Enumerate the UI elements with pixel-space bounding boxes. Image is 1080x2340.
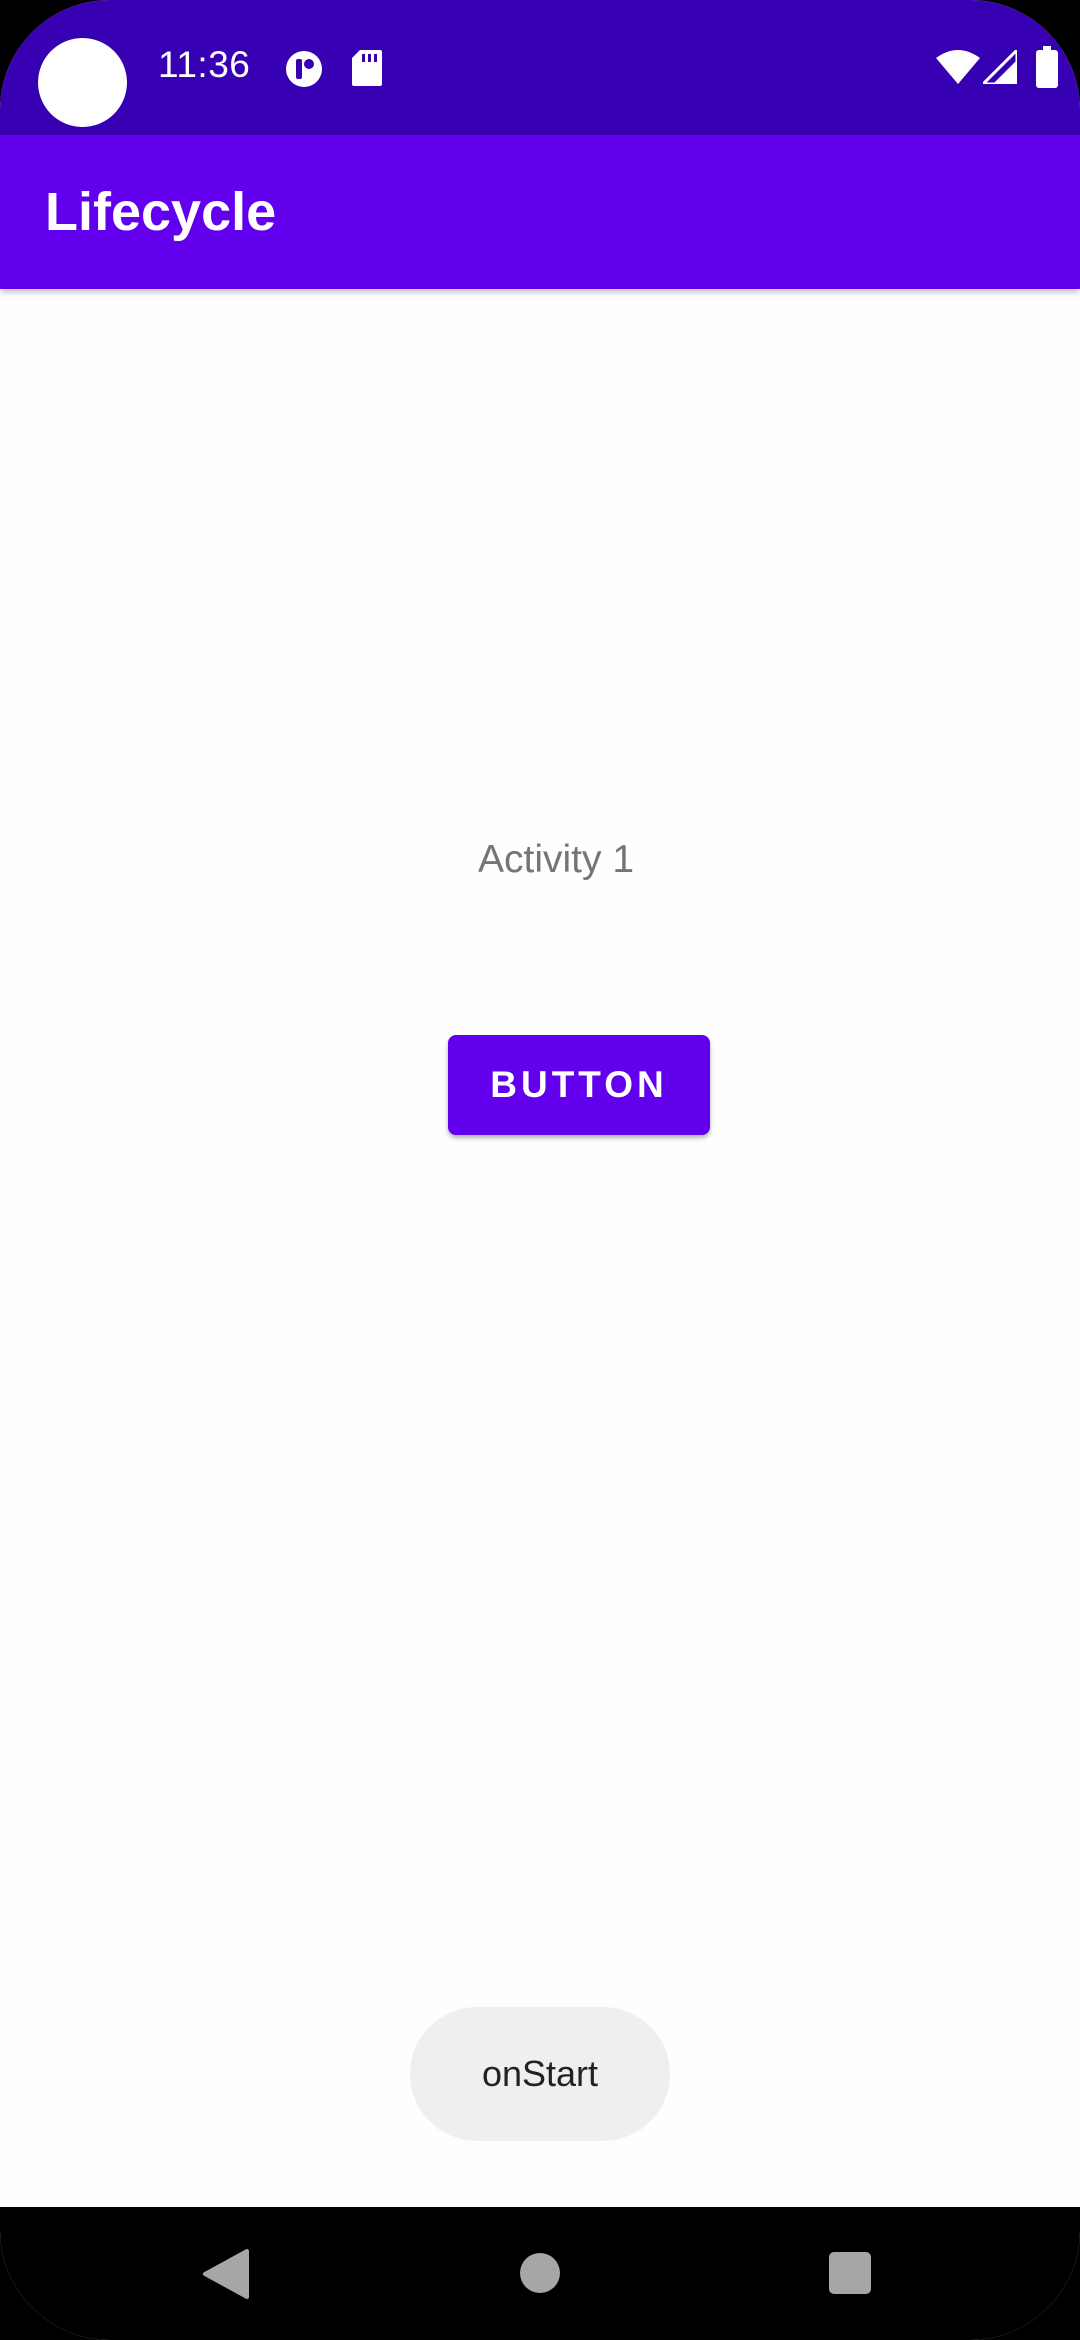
app-title: Lifecycle <box>45 182 277 242</box>
battery-icon <box>1036 46 1058 88</box>
navigation-bar <box>0 2207 1080 2340</box>
notification-icon <box>286 51 322 87</box>
status-bar: 11:36 <box>0 0 1080 135</box>
phone-screen: 11:36 Lifecycle Activity 1 BUTTON onStar… <box>0 0 1080 2340</box>
camera-cutout <box>38 38 127 127</box>
primary-button[interactable]: BUTTON <box>448 1035 710 1135</box>
app-bar: Lifecycle <box>0 135 1080 289</box>
back-icon[interactable] <box>203 2249 249 2299</box>
toast-message: onStart <box>410 2007 670 2141</box>
wifi-icon <box>936 50 980 84</box>
toast-text: onStart <box>481 2053 599 2094</box>
home-icon[interactable] <box>518 2251 562 2295</box>
activity-label: Activity 1 <box>477 838 635 881</box>
sd-card-icon <box>352 50 382 86</box>
recents-icon[interactable] <box>828 2251 872 2295</box>
status-time: 11:36 <box>158 44 251 85</box>
signal-icon <box>983 50 1017 84</box>
